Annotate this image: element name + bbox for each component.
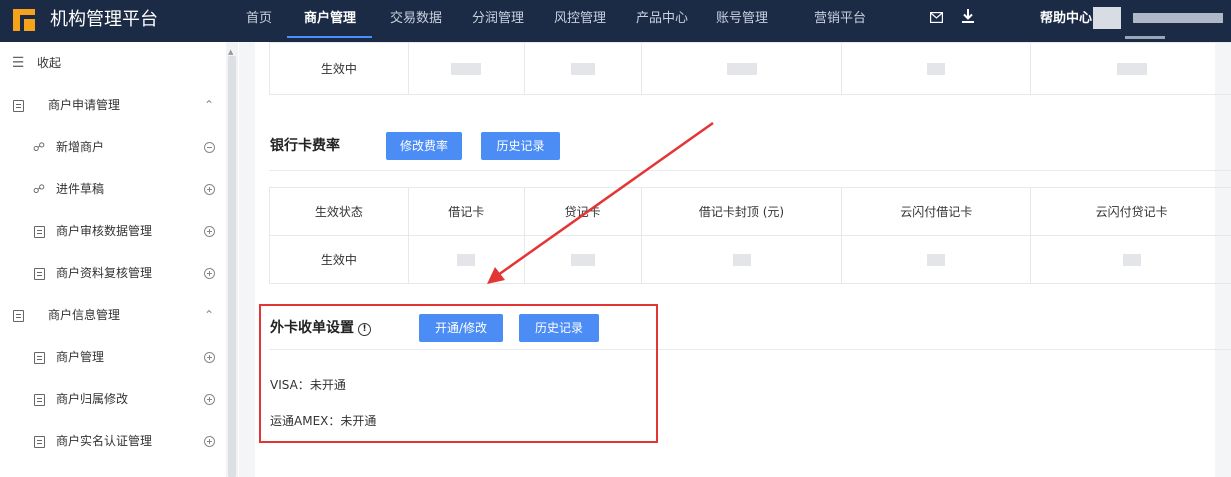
- foreign-card-history-button[interactable]: 历史记录: [519, 314, 599, 342]
- bank-card-rate-table: 生效状态 借记卡 贷记卡 借记卡封顶 (元) 云闪付借记卡 云闪付贷记卡 生效中: [269, 187, 1231, 284]
- nav-item-profit-sharing[interactable]: 分润管理: [472, 10, 524, 28]
- document-icon: [11, 294, 25, 336]
- plus-circle-icon: [202, 420, 216, 462]
- checklist-icon: [32, 252, 46, 294]
- avatar: [1093, 7, 1121, 29]
- collapse-icon: ☰: [11, 55, 25, 71]
- sidebar: ☰ 收起 商户申请管理 ⌃ ☍ 新增商户 ☍ 进件草稿 商户审核数据管理 商户资…: [0, 42, 238, 477]
- redacted-value: [523, 235, 642, 284]
- user-name-redacted: [1133, 13, 1223, 23]
- amex-status: 运通AMEX：未开通: [270, 413, 376, 429]
- column-header: 借记卡封顶 (元): [640, 187, 843, 236]
- mail-icon[interactable]: [930, 9, 944, 29]
- sidebar-item-label: 商户信息管理: [48, 308, 121, 322]
- status-cell: 生效中: [269, 42, 409, 95]
- visa-label: VISA：: [270, 378, 310, 392]
- sidebar-item-label: 商户审核数据管理: [56, 224, 153, 238]
- foreign-card-title: 外卡收单设置!: [270, 318, 371, 338]
- sidebar-item-review[interactable]: 商户资料复核管理: [0, 252, 226, 294]
- open-modify-button[interactable]: 开通/修改: [419, 314, 503, 342]
- visa-value: 未开通: [309, 378, 346, 392]
- nav-item-merchant-management[interactable]: 商户管理: [304, 10, 356, 28]
- help-center-link[interactable]: 帮助中心: [1040, 10, 1092, 28]
- redacted-value: [640, 42, 843, 95]
- minus-circle-icon: [202, 126, 216, 168]
- sidebar-item-label: 新增商户: [56, 140, 105, 154]
- sidebar-item-merchant-management[interactable]: 商户管理: [0, 336, 226, 378]
- amex-value: 未开通: [340, 414, 377, 428]
- sidebar-item-label: 进件草稿: [56, 182, 105, 196]
- chevron-up-icon: ⌃: [203, 98, 215, 112]
- modify-rate-button[interactable]: 修改费率: [386, 132, 462, 160]
- visa-status: VISA：未开通: [270, 377, 346, 393]
- sidebar-collapse-label: 收起: [37, 56, 62, 70]
- sidebar-item-real-name-auth[interactable]: 商户实名认证管理: [0, 420, 226, 462]
- redacted-value: [523, 42, 642, 95]
- plus-circle-icon: [202, 378, 216, 420]
- sidebar-group-merchant-application[interactable]: 商户申请管理 ⌃: [0, 84, 226, 126]
- logo-icon: [13, 9, 35, 31]
- scroll-up-arrow-icon[interactable]: ▲: [228, 48, 233, 56]
- foreign-card-title-text: 外卡收单设置: [270, 320, 354, 336]
- org-tree-icon: ☍: [32, 140, 46, 154]
- plus-circle-icon: [202, 336, 216, 378]
- sidebar-scrollbar-thumb[interactable]: [228, 56, 236, 477]
- rate-history-button[interactable]: 历史记录: [481, 132, 560, 160]
- active-nav-indicator: [287, 36, 372, 38]
- document-icon: [11, 84, 25, 126]
- top-rate-table: 生效中: [269, 42, 1231, 95]
- redacted-value: [640, 235, 843, 284]
- user-menu-underline: [1125, 36, 1165, 39]
- top-nav-bar: 机构管理平台 首页 商户管理 交易数据 分润管理 风控管理 产品中心 账号管理 …: [0, 0, 1231, 42]
- plus-circle-icon: [202, 252, 216, 294]
- sidebar-group-merchant-info[interactable]: 商户信息管理 ⌃: [0, 294, 226, 336]
- sidebar-item-audit-data[interactable]: 商户审核数据管理: [0, 210, 226, 252]
- id-card-icon: [32, 420, 46, 462]
- section-divider: [269, 349, 1231, 350]
- redacted-value: [1030, 235, 1231, 284]
- sidebar-item-label: 商户归属修改: [56, 392, 129, 406]
- info-icon[interactable]: !: [358, 323, 371, 336]
- content-card: 生效中 银行卡费率 修改费率 历史记录 生效状态 借记卡 贷记卡 借记卡封顶 (…: [255, 42, 1231, 477]
- nav-item-home[interactable]: 首页: [246, 10, 272, 28]
- nav-item-marketing-platform[interactable]: 营销平台: [814, 10, 866, 28]
- column-header: 云闪付借记卡: [841, 187, 1032, 236]
- store-icon: [32, 336, 46, 378]
- main-content: 生效中 银行卡费率 修改费率 历史记录 生效状态 借记卡 贷记卡 借记卡封顶 (…: [239, 42, 1231, 477]
- nav-item-account-management[interactable]: 账号管理: [716, 10, 768, 28]
- redacted-value: [1030, 42, 1231, 95]
- app-title: 机构管理平台: [50, 9, 158, 30]
- plus-circle-icon: [202, 168, 216, 210]
- checklist-icon: [32, 210, 46, 252]
- nav-item-transaction-data[interactable]: 交易数据: [390, 10, 442, 28]
- redacted-value: [841, 42, 1032, 95]
- chevron-up-icon: ⌃: [203, 308, 215, 322]
- redacted-value: [841, 235, 1032, 284]
- redacted-value: [407, 235, 525, 284]
- column-header: 生效状态: [269, 187, 409, 236]
- sidebar-item-label: 商户实名认证管理: [56, 434, 153, 448]
- sidebar-collapse-toggle[interactable]: ☰ 收起: [0, 42, 226, 84]
- sidebar-item-label: 商户资料复核管理: [56, 266, 153, 280]
- sidebar-item-ownership-change[interactable]: 商户归属修改: [0, 378, 226, 420]
- sidebar-item-label: 商户管理: [56, 350, 105, 364]
- column-header: 贷记卡: [523, 187, 642, 236]
- download-icon[interactable]: [962, 9, 974, 29]
- section-divider: [269, 170, 1231, 171]
- sidebar-item-new-merchant[interactable]: ☍ 新增商户: [0, 126, 226, 168]
- column-header: 借记卡: [407, 187, 525, 236]
- column-header: 云闪付贷记卡: [1030, 187, 1231, 236]
- store-icon: [32, 378, 46, 420]
- bank-card-rate-title: 银行卡费率: [270, 138, 340, 154]
- status-cell: 生效中: [269, 235, 409, 284]
- nav-item-risk-control[interactable]: 风控管理: [554, 10, 606, 28]
- sidebar-item-label: 商户申请管理: [48, 98, 121, 112]
- amex-label: 运通AMEX：: [270, 414, 341, 428]
- plus-circle-icon: [202, 210, 216, 252]
- sidebar-item-draft[interactable]: ☍ 进件草稿: [0, 168, 226, 210]
- org-tree-icon: ☍: [32, 182, 46, 196]
- redacted-value: [407, 42, 525, 95]
- user-account-menu[interactable]: [1093, 7, 1223, 29]
- nav-item-product-center[interactable]: 产品中心: [636, 10, 688, 28]
